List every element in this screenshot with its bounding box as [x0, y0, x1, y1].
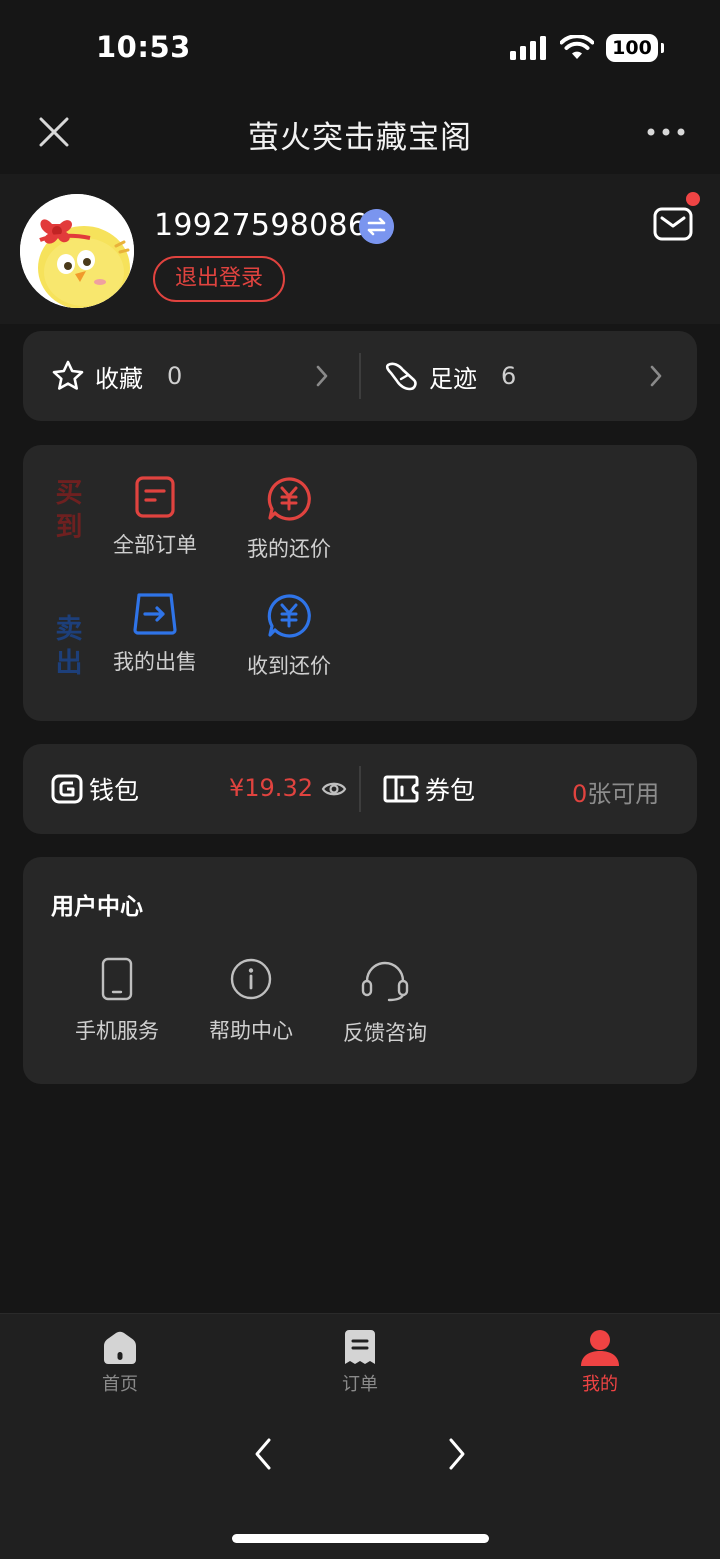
my-sales-button[interactable]: 我的出售	[90, 592, 220, 676]
page-title: 萤火突击藏宝阁	[248, 120, 472, 156]
coupon-count: 0	[572, 780, 588, 808]
wallet-balance: ¥19.32	[229, 774, 313, 802]
help-center-label: 帮助中心	[209, 1019, 293, 1043]
tab-profile-label: 我的	[582, 1374, 618, 1395]
logout-button[interactable]: 退出登录	[153, 256, 286, 302]
status-icons: 100	[510, 34, 664, 62]
wallet-label: 钱包	[89, 776, 140, 805]
phone-icon	[101, 957, 133, 1001]
headset-icon	[361, 961, 409, 1002]
favorites-label: 收藏	[95, 364, 143, 393]
chevron-right-icon	[316, 365, 328, 387]
tab-home[interactable]: 首页	[60, 1328, 180, 1396]
all-orders-button[interactable]: 全部订单	[90, 475, 220, 559]
unread-dot	[686, 192, 700, 206]
phone-service-button[interactable]: 手机服务	[57, 957, 177, 1045]
favorites-count: 0	[167, 362, 183, 390]
phone-service-label: 手机服务	[75, 1019, 159, 1043]
battery-indicator: 100	[606, 34, 664, 62]
profile-icon	[581, 1330, 619, 1366]
yuan-bubble-icon	[267, 594, 311, 638]
eye-icon[interactable]	[321, 776, 347, 802]
my-counteroffers-button[interactable]: 我的还价	[224, 475, 354, 563]
favorites-entry[interactable]: 收藏 0	[51, 331, 182, 421]
nav-bar: 萤火突击藏宝阁	[0, 96, 720, 174]
status-bar: 10:53 100	[0, 0, 720, 96]
divider	[359, 353, 361, 399]
back-arrow-icon[interactable]	[248, 1434, 278, 1474]
order-tab-icon	[345, 1330, 375, 1364]
user-center-title: 用户中心	[51, 894, 143, 920]
favorites-card: 收藏 0 足迹 6	[23, 331, 697, 421]
trade-card: 买到 卖出 全部订单 我的还价 我的出售 收到还价	[23, 445, 697, 721]
signal-icon	[510, 36, 546, 60]
wifi-icon	[560, 35, 594, 59]
chevron-right-icon	[650, 365, 662, 387]
divider	[359, 766, 361, 812]
order-icon	[135, 476, 175, 518]
feedback-label: 反馈咨询	[343, 1021, 427, 1045]
footprints-entry[interactable]: 足迹 6	[383, 331, 516, 421]
switch-account-icon[interactable]	[359, 209, 394, 244]
user-center-card: 用户中心 手机服务 帮助中心 反馈咨询	[23, 857, 697, 1084]
wallet-card: 钱包 ¥19.32 券包 0张可用	[23, 744, 697, 834]
sell-section-label: 卖出	[55, 614, 83, 679]
footprint-icon	[385, 362, 417, 391]
user-phone: 19927598086	[154, 208, 368, 243]
footprints-count: 6	[501, 362, 517, 390]
avatar-chick-image	[20, 194, 134, 308]
feedback-button[interactable]: 反馈咨询	[325, 957, 445, 1047]
tab-orders[interactable]: 订单	[300, 1328, 420, 1396]
info-icon	[230, 958, 272, 1000]
all-orders-label: 全部订单	[113, 533, 197, 557]
home-indicator	[232, 1534, 489, 1543]
coupon-label: 券包	[425, 776, 476, 805]
sell-export-icon	[133, 593, 177, 635]
more-icon[interactable]	[646, 114, 686, 150]
status-time: 10:53	[96, 30, 191, 64]
coupon-entry[interactable]: 券包	[383, 744, 475, 834]
my-counteroffers-label: 我的还价	[247, 537, 331, 561]
tab-orders-label: 订单	[342, 1374, 378, 1395]
star-icon	[52, 360, 84, 390]
wallet-entry[interactable]: 钱包	[51, 744, 139, 834]
profile-section: 19927598086 退出登录	[0, 174, 720, 324]
tab-home-label: 首页	[102, 1374, 138, 1395]
forward-arrow-icon[interactable]	[442, 1434, 472, 1474]
coupon-icon	[383, 775, 419, 803]
wallet-icon	[51, 774, 83, 804]
tab-bar: 首页 订单 我的	[0, 1313, 720, 1559]
help-center-button[interactable]: 帮助中心	[191, 957, 311, 1045]
avatar[interactable]	[20, 194, 134, 308]
my-sales-label: 我的出售	[113, 650, 197, 674]
yuan-bubble-icon	[267, 477, 311, 521]
mail-icon[interactable]	[653, 207, 693, 241]
buy-section-label: 买到	[55, 478, 83, 543]
coupon-suffix: 张可用	[587, 780, 660, 808]
tab-profile[interactable]: 我的	[540, 1328, 660, 1396]
footprints-label: 足迹	[429, 364, 477, 393]
home-icon	[104, 1331, 136, 1364]
coupon-availability: 0张可用	[572, 774, 659, 809]
received-counteroffers-label: 收到还价	[247, 654, 331, 678]
received-counteroffers-button[interactable]: 收到还价	[224, 592, 354, 680]
